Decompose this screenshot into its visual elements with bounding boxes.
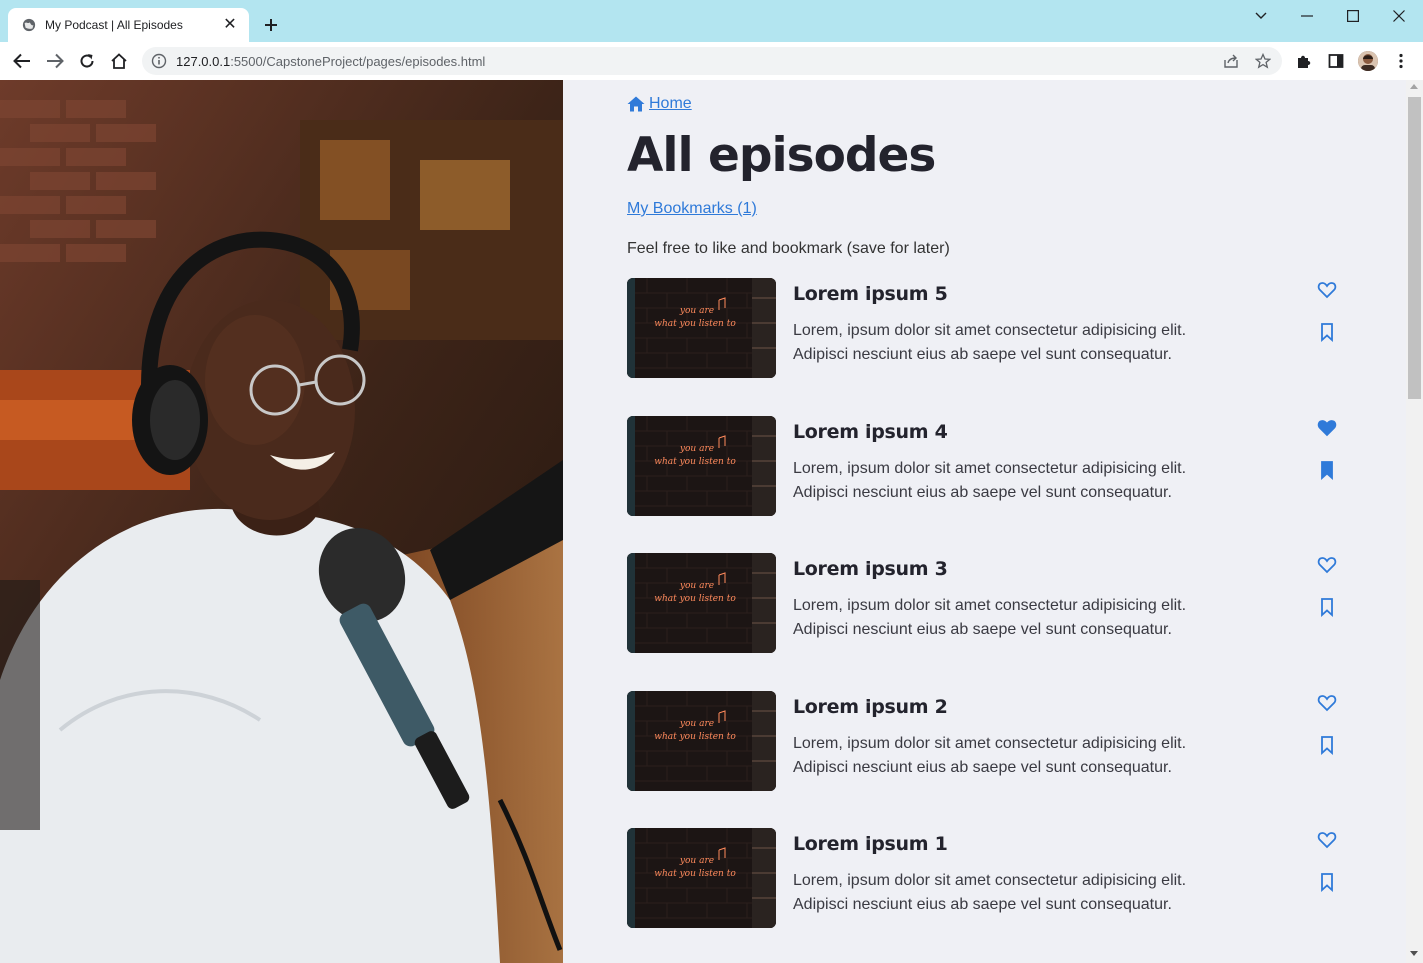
episode-description: Lorem, ipsum dolor sit amet consectetur … <box>793 732 1273 780</box>
side-panel-icon[interactable] <box>1326 51 1346 71</box>
globe-icon <box>22 18 36 32</box>
episode-description-line: Lorem, ipsum dolor sit amet consectetur … <box>793 460 1187 477</box>
episode-card: you are what you listen to Lorem ipsum 1 Lo… <box>627 828 1387 928</box>
episode-description: Lorem, ipsum dolor sit amet consectetur … <box>793 594 1273 642</box>
svg-text:you are: you are <box>679 719 714 729</box>
episode-description-line: Lorem, ipsum dolor sit amet consectetur … <box>793 735 1187 752</box>
episode-description-line: Adipisci nesciunt eius ab saepe vel sunt… <box>793 896 1172 913</box>
tab-title: My Podcast | All Episodes <box>45 18 183 32</box>
scrollbar-thumb[interactable] <box>1408 97 1421 399</box>
close-icon[interactable]: ✕ <box>221 15 239 33</box>
scroll-up-arrow-icon[interactable] <box>1410 84 1418 89</box>
page-title: All episodes <box>627 128 936 183</box>
episode-description-line: Lorem, ipsum dolor sit amet consectetur … <box>793 597 1187 614</box>
bookmark-icon[interactable] <box>1317 460 1337 480</box>
home-icon <box>627 96 645 112</box>
episode-thumbnail[interactable]: you are what you listen to <box>627 278 776 378</box>
episode-description-line: Adipisci nesciunt eius ab saepe vel sunt… <box>793 346 1172 363</box>
svg-text:you are: you are <box>679 306 714 316</box>
browser-window: My Podcast | All Episodes ✕ 127.0.0.1:55… <box>0 0 1423 963</box>
episode-card: you are what you listen to Lorem ipsum 3 Lo… <box>627 553 1387 653</box>
heart-icon[interactable] <box>1317 555 1337 575</box>
svg-text:you are: you are <box>679 856 714 866</box>
episodes-content: Home All episodes My Bookmarks (1) Feel … <box>627 80 1387 963</box>
svg-text:what you listen to: what you listen to <box>654 732 736 742</box>
kebab-menu-icon[interactable] <box>1391 51 1411 71</box>
share-icon[interactable] <box>1223 53 1239 69</box>
episode-title[interactable]: Lorem ipsum 2 <box>793 696 948 718</box>
episode-description: Lorem, ipsum dolor sit amet consectetur … <box>793 319 1273 367</box>
extensions-icon[interactable] <box>1294 51 1314 71</box>
episode-title[interactable]: Lorem ipsum 1 <box>793 833 948 855</box>
forward-arrow-icon[interactable] <box>45 51 65 71</box>
bookmark-icon[interactable] <box>1317 597 1337 617</box>
back-arrow-icon[interactable] <box>12 51 32 71</box>
maximize-icon[interactable] <box>1343 8 1363 24</box>
svg-text:what you listen to: what you listen to <box>654 869 736 879</box>
heart-icon[interactable] <box>1317 280 1337 300</box>
intro-text: Feel free to like and bookmark (save for… <box>627 240 950 257</box>
episode-title[interactable]: Lorem ipsum 4 <box>793 421 948 443</box>
episode-thumbnail[interactable]: you are what you listen to <box>627 553 776 653</box>
svg-text:what you listen to: what you listen to <box>654 457 736 467</box>
page-viewport: Home All episodes My Bookmarks (1) Feel … <box>0 80 1423 963</box>
home-link[interactable]: Home <box>627 95 692 113</box>
star-icon[interactable] <box>1255 53 1271 69</box>
tab-strip: My Podcast | All Episodes ✕ <box>0 0 1423 42</box>
tab-all-episodes[interactable]: My Podcast | All Episodes ✕ <box>8 8 249 42</box>
window-close-icon[interactable] <box>1389 8 1409 24</box>
bookmark-icon[interactable] <box>1317 735 1337 755</box>
home-link-label: Home <box>649 95 692 112</box>
browser-toolbar: 127.0.0.1:5500/CapstoneProject/pages/epi… <box>0 42 1423 81</box>
episode-description-line: Adipisci nesciunt eius ab saepe vel sunt… <box>793 759 1172 776</box>
reload-icon[interactable] <box>77 51 97 71</box>
svg-text:what you listen to: what you listen to <box>654 319 736 329</box>
plus-icon[interactable] <box>262 16 280 34</box>
scrollbar[interactable] <box>1406 80 1423 963</box>
episode-description-line: Lorem, ipsum dolor sit amet consectetur … <box>793 872 1187 889</box>
scroll-down-arrow-icon[interactable] <box>1410 951 1418 956</box>
episode-description-line: Lorem, ipsum dolor sit amet consectetur … <box>793 322 1187 339</box>
episode-description: Lorem, ipsum dolor sit amet consectetur … <box>793 457 1273 505</box>
episode-title[interactable]: Lorem ipsum 3 <box>793 558 948 580</box>
url-host: 127.0.0.1 <box>176 54 231 69</box>
info-icon[interactable] <box>151 53 167 69</box>
avatar[interactable] <box>1358 51 1378 71</box>
svg-text:what you listen to: what you listen to <box>654 594 736 604</box>
home-icon[interactable] <box>109 51 129 71</box>
episode-thumbnail[interactable]: you are what you listen to <box>627 828 776 928</box>
episode-card: you are what you listen to Lorem ipsum 4 Lo… <box>627 416 1387 516</box>
svg-text:you are: you are <box>679 581 714 591</box>
episode-description-line: Adipisci nesciunt eius ab saepe vel sunt… <box>793 621 1172 638</box>
bookmark-icon[interactable] <box>1317 872 1337 892</box>
episode-card: you are what you listen to Lorem ipsum 5 Lo… <box>627 278 1387 378</box>
my-bookmarks-link[interactable]: My Bookmarks (1) <box>627 200 757 218</box>
episode-thumbnail[interactable]: you are what you listen to <box>627 416 776 516</box>
address-bar[interactable]: 127.0.0.1:5500/CapstoneProject/pages/epi… <box>142 47 1282 75</box>
svg-text:you are: you are <box>679 444 714 454</box>
heart-icon[interactable] <box>1317 830 1337 850</box>
minimize-icon[interactable] <box>1297 8 1317 24</box>
bookmark-icon[interactable] <box>1317 322 1337 342</box>
episode-title[interactable]: Lorem ipsum 5 <box>793 283 948 305</box>
episode-thumbnail[interactable]: you are what you listen to <box>627 691 776 791</box>
episode-description-line: Adipisci nesciunt eius ab saepe vel sunt… <box>793 484 1172 501</box>
url-text[interactable]: 127.0.0.1:5500/CapstoneProject/pages/epi… <box>176 54 485 69</box>
episode-description: Lorem, ipsum dolor sit amet consectetur … <box>793 869 1273 917</box>
heart-icon[interactable] <box>1317 418 1337 438</box>
url-path: :5500/CapstoneProject/pages/episodes.htm… <box>230 54 486 69</box>
chevron-down-icon[interactable] <box>1251 8 1271 24</box>
heart-icon[interactable] <box>1317 693 1337 713</box>
episode-card: you are what you listen to Lorem ipsum 2 Lo… <box>627 691 1387 791</box>
hero-photo-podcaster <box>0 80 563 963</box>
